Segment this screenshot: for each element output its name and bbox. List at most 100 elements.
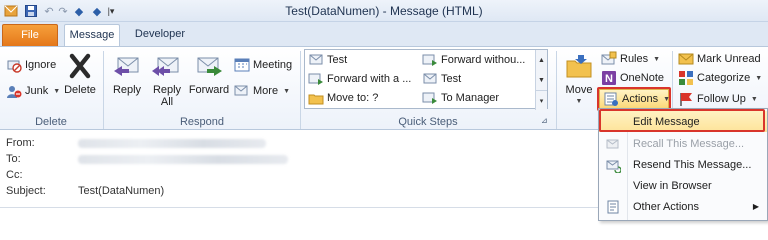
edit-message-highlight-box: [599, 109, 765, 132]
delete-button[interactable]: Delete: [62, 51, 98, 96]
quick-step-label: Test: [441, 73, 462, 85]
quick-step-test-icon: [308, 52, 324, 68]
other-actions-icon: [599, 199, 627, 215]
dropdown-arrow-icon: ▼: [53, 87, 61, 95]
to-value-redacted: [78, 155, 288, 164]
group-label-delete: Delete: [35, 116, 67, 128]
forward-icon: [422, 52, 438, 68]
move-folder-icon: [308, 90, 324, 106]
menu-item-label: Resend This Message...: [633, 158, 752, 171]
menu-item-resend-message[interactable]: Resend This Message...: [599, 154, 767, 175]
quick-step-label: To Manager: [441, 92, 500, 104]
title-bar: ↶ ↷ ◆ ◆ |▾ Test(DataNumen) - Message (HT…: [0, 0, 768, 22]
mark-unread-label: Mark Unread: [697, 53, 761, 65]
onenote-button[interactable]: N OneNote: [601, 69, 664, 87]
quick-step-label: Forward withou...: [441, 54, 526, 66]
svg-text:N: N: [605, 73, 613, 85]
dropdown-arrow-icon: ▼: [750, 95, 758, 103]
tab-message[interactable]: Message: [64, 24, 120, 47]
delete-label: Delete: [64, 84, 96, 96]
dropdown-arrow-icon: ▼: [283, 87, 290, 95]
submenu-arrow-icon: ▶: [752, 202, 759, 211]
quick-step-item[interactable]: To Manager: [422, 89, 499, 107]
more-icon: [234, 83, 250, 99]
mark-unread-button[interactable]: Mark Unread: [678, 50, 761, 68]
quick-step-item[interactable]: Forward withou...: [422, 51, 525, 69]
delete-icon: [65, 51, 95, 81]
categorize-label: Categorize: [697, 72, 751, 84]
gallery-scroll-up-icon[interactable]: ▲: [535, 50, 547, 70]
gallery-scroll-down-icon[interactable]: ▼: [535, 70, 547, 90]
ignore-label: Ignore: [25, 59, 57, 71]
forward-icon: [308, 71, 324, 87]
more-label: More: [253, 85, 279, 97]
categorize-button[interactable]: Categorize ▼: [678, 69, 762, 87]
menu-item-other-actions[interactable]: Other Actions ▶: [599, 196, 767, 217]
from-value-redacted: [78, 139, 266, 148]
cc-label: Cc:: [6, 169, 23, 181]
menu-item-label: View in Browser: [633, 179, 712, 192]
move-folder-icon: [564, 51, 594, 81]
forward-icon: [194, 51, 224, 81]
more-respond-button[interactable]: More ▼: [234, 82, 290, 100]
from-label: From:: [6, 137, 35, 149]
group-separator: [556, 51, 557, 129]
follow-up-button[interactable]: Follow Up ▼: [678, 90, 758, 108]
reply-icon: [112, 51, 142, 81]
move-button[interactable]: Move ▼: [562, 51, 596, 108]
onenote-icon: N: [601, 70, 617, 86]
junk-button[interactable]: Junk ▼: [6, 82, 60, 100]
onenote-label: OneNote: [620, 72, 665, 84]
dialog-launcher-icon[interactable]: ⊿: [541, 116, 548, 125]
ignore-button[interactable]: Ignore: [6, 56, 56, 74]
window-title: Test(DataNumen) - Message (HTML): [285, 4, 483, 18]
subject-value: Test(DataNumen): [78, 185, 165, 197]
forward-icon: [422, 90, 438, 106]
follow-up-label: Follow Up: [697, 93, 746, 105]
reply-all-button[interactable]: Reply All: [148, 51, 186, 108]
mark-unread-icon: [678, 51, 694, 67]
reply-button[interactable]: Reply: [108, 51, 146, 96]
quick-step-item[interactable]: Forward with a ...: [308, 70, 411, 88]
quick-step-test-icon: [422, 71, 438, 87]
menu-item-recall-message[interactable]: Recall This Message...: [599, 133, 767, 154]
recall-icon: [599, 136, 627, 152]
rules-icon: [601, 51, 617, 67]
meeting-label: Meeting: [253, 59, 293, 71]
tab-file[interactable]: File: [2, 24, 58, 46]
subject-label: Subject:: [6, 185, 46, 197]
meeting-button[interactable]: Meeting: [234, 56, 292, 74]
dropdown-arrow-icon: ▼: [653, 55, 661, 63]
forward-button[interactable]: Forward: [188, 51, 230, 96]
quick-step-label: Forward with a ...: [327, 73, 412, 85]
gallery-expand-icon[interactable]: ▾: [535, 90, 547, 110]
quick-step-item[interactable]: Test: [308, 51, 347, 69]
reply-all-icon: [152, 51, 182, 81]
quick-step-label: Move to: ?: [327, 92, 379, 104]
rules-button[interactable]: Rules ▼: [601, 50, 660, 68]
meeting-icon: [234, 57, 250, 73]
to-label: To:: [6, 153, 21, 165]
categorize-icon: [678, 70, 694, 86]
quick-step-label: Test: [327, 54, 348, 66]
ignore-icon: [6, 57, 22, 73]
forward-label: Forward: [188, 84, 230, 96]
menu-item-label: Other Actions: [633, 200, 700, 213]
junk-icon: [6, 83, 22, 99]
group-label-respond: Respond: [179, 116, 225, 128]
quick-step-item[interactable]: Test: [422, 70, 461, 88]
tab-developer[interactable]: Developer: [128, 24, 192, 46]
rules-label: Rules: [620, 53, 649, 65]
quick-steps-gallery[interactable]: Test Forward withou... Forward with a ..…: [304, 49, 548, 110]
move-label: Move: [565, 84, 593, 96]
reply-all-label-line1: Reply: [152, 84, 182, 96]
menu-item-view-in-browser[interactable]: View in Browser: [599, 175, 767, 196]
flag-icon: [678, 91, 694, 107]
reply-all-label-line2: All: [160, 96, 174, 108]
quick-step-item[interactable]: Move to: ?: [308, 89, 378, 107]
dropdown-arrow-icon: ▼: [755, 74, 763, 82]
menu-item-label: Recall This Message...: [633, 137, 745, 150]
reply-label: Reply: [112, 84, 142, 96]
dropdown-arrow-icon: ▼: [575, 98, 583, 105]
junk-label: Junk: [25, 85, 49, 97]
